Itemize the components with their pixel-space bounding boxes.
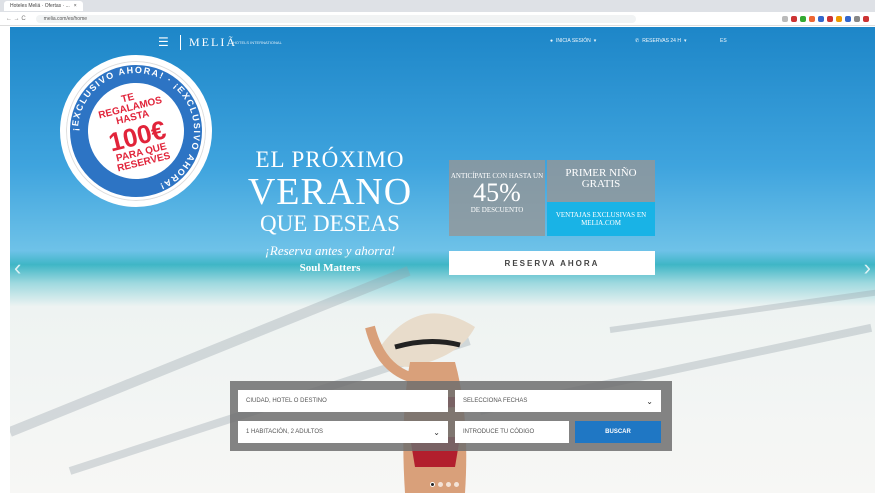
destination-placeholder: CIUDAD, HOTEL O DESTINO (246, 398, 327, 404)
carousel-dot[interactable] (454, 482, 459, 487)
browser-tab-bar: Hoteles Meliá · Ofertas · ... × (0, 0, 875, 12)
promo-code-input[interactable]: INTRODUCE TU CÓDIGO (455, 421, 569, 443)
extension-icon[interactable] (836, 15, 842, 22)
language-selector[interactable]: ES (720, 38, 727, 44)
nav-buttons[interactable]: ← → C (6, 16, 26, 22)
extension-icon[interactable] (809, 15, 815, 22)
login-label: INICIA SESIÓN (556, 38, 591, 44)
chevron-down-icon: ⌄ (646, 396, 653, 406)
extension-icon[interactable] (791, 15, 797, 22)
address-bar-row: ← → C melia.com/es/home (0, 12, 875, 26)
discount-label: DE DESCUENTO (470, 206, 524, 214)
extension-icons (782, 15, 869, 22)
carousel-next-icon[interactable]: › (864, 255, 871, 281)
chevron-down-icon: ▾ (593, 38, 597, 44)
phone-icon: ✆ (635, 38, 640, 44)
logo-subtitle: HOTELS INTERNATIONAL (233, 40, 282, 45)
promo-code-placeholder: INTRODUCE TU CÓDIGO (463, 429, 535, 435)
headline-line1: EL PRÓXIMO (255, 147, 405, 172)
carousel-dot[interactable] (430, 482, 435, 487)
melia-logo[interactable]: MELIÃ (180, 35, 237, 50)
rooms-guests-value: 1 HABITACIÓN, 2 ADULTOS (246, 429, 324, 435)
rooms-guests-select[interactable]: 1 HABITACIÓN, 2 ADULTOS ⌄ (238, 421, 448, 443)
carousel-dots (430, 482, 459, 487)
dates-placeholder: SELECCIONA FECHAS (463, 398, 528, 404)
carousel-prev-icon[interactable]: ‹ (14, 255, 21, 281)
headline-line2: VERANO (247, 171, 413, 213)
reserve-now-button[interactable]: RESERVA AHORA (449, 251, 655, 275)
promo-badge[interactable]: ¡EXCLUSIVO AHORA! · ¡EXCLUSIVO AHORA! TE… (60, 55, 212, 207)
extension-icon[interactable] (818, 15, 824, 22)
extension-icon[interactable] (854, 15, 860, 22)
user-icon: ● (550, 38, 554, 44)
dates-select[interactable]: SELECCIONA FECHAS ⌄ (455, 390, 661, 412)
chevron-down-icon: ▾ (683, 38, 687, 44)
menu-icon[interactable]: ☰ (158, 36, 169, 48)
child-free-box: PRIMER NIÑO GRATIS (547, 160, 655, 202)
extension-icon[interactable] (827, 15, 833, 22)
phone-link[interactable]: ✆ RESERVAS 24 H ▾ (635, 38, 686, 44)
top-navigation: ☰ MELIÃ HOTELS INTERNATIONAL ● INICIA SE… (10, 27, 875, 57)
close-icon[interactable]: × (74, 3, 77, 9)
login-link[interactable]: ● INICIA SESIÓN ▾ (550, 38, 596, 44)
brand-slogan: Soul Matters (299, 262, 361, 274)
browser-tab[interactable]: Hoteles Meliá · Ofertas · ... × (4, 1, 83, 11)
chevron-down-icon: ⌄ (433, 427, 440, 437)
extension-icon[interactable] (800, 15, 806, 22)
discount-box: ANTICÍPATE CON HASTA UN 45% DE DESCUENTO (449, 160, 545, 236)
hero-tagline: ¡Reserva antes y ahorra! (264, 243, 396, 258)
carousel-dot[interactable] (446, 482, 451, 487)
phone-label: RESERVAS 24 H (642, 38, 681, 44)
url-input[interactable]: melia.com/es/home (35, 14, 636, 23)
discount-percent: 45% (473, 178, 521, 207)
profile-icon[interactable] (863, 15, 869, 22)
hero-section: ☰ MELIÃ HOTELS INTERNATIONAL ● INICIA SE… (10, 27, 875, 493)
destination-input[interactable]: CIUDAD, HOTEL O DESTINO (238, 390, 448, 412)
hero-headline: EL PRÓXIMO VERANO QUE DESEAS ¡Reserva an… (230, 147, 430, 274)
search-button[interactable]: BUSCAR (575, 421, 661, 443)
headline-line3: QUE DESEAS (260, 211, 400, 236)
extension-icon[interactable] (845, 15, 851, 22)
exclusive-benefits-box: VENTAJAS EXCLUSIVAS EN MELIA.COM (547, 202, 655, 236)
extension-icon[interactable] (782, 15, 788, 22)
promo-panel: ANTICÍPATE CON HASTA UN 45% DE DESCUENTO… (449, 160, 655, 236)
carousel-dot[interactable] (438, 482, 443, 487)
tab-title: Hoteles Meliá · Ofertas · ... (10, 3, 70, 9)
palm-shadow (609, 288, 875, 333)
